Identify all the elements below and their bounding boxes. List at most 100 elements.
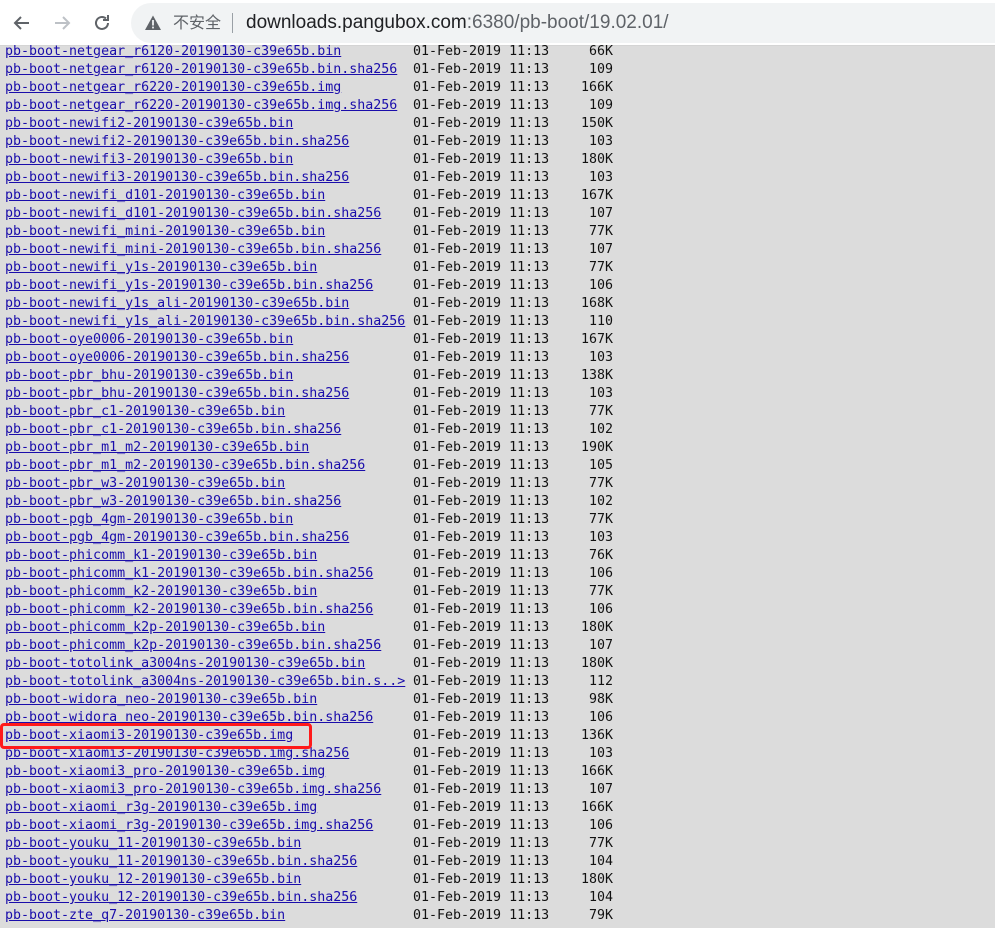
file-date: 01-Feb-2019 11:13 [413, 188, 550, 203]
file-row: pb-boot-pbr_bhu-20190130-c39e65b.bin.sha… [0, 385, 995, 403]
reload-icon [95, 15, 109, 30]
file-date: 01-Feb-2019 11:13 [413, 692, 550, 707]
file-link[interactable]: pb-boot-pbr_m1_m2-20190130-c39e65b.bin [5, 439, 309, 457]
file-link[interactable]: pb-boot-pbr_bhu-20190130-c39e65b.bin [5, 367, 293, 385]
file-link[interactable]: pb-boot-newifi3-20190130-c39e65b.bin.sha… [5, 169, 349, 187]
file-link[interactable]: pb-boot-netgear_r6120-20190130-c39e65b.b… [5, 61, 397, 79]
file-link[interactable]: pb-boot-youku_11-20190130-c39e65b.bin [5, 835, 301, 853]
file-size: 98K [588, 692, 613, 707]
file-size: 103 [588, 170, 613, 185]
file-link[interactable]: pb-boot-pbr_bhu-20190130-c39e65b.bin.sha… [5, 385, 349, 403]
file-size: 77K [588, 404, 613, 419]
file-date: 01-Feb-2019 11:13 [413, 890, 550, 905]
file-link[interactable]: pb-boot-newifi3-20190130-c39e65b.bin [5, 151, 293, 169]
file-size: 109 [588, 62, 613, 77]
file-row: pb-boot-phicomm_k2p-20190130-c39e65b.bin… [0, 619, 995, 637]
file-link[interactable]: pb-boot-youku_11-20190130-c39e65b.bin.sh… [5, 853, 357, 871]
file-link[interactable]: pb-boot-pbr_c1-20190130-c39e65b.bin [5, 403, 285, 421]
file-link[interactable]: pb-boot-phicomm_k2p-20190130-c39e65b.bin… [5, 637, 381, 655]
file-link[interactable]: pb-boot-totolink_a3004ns-20190130-c39e65… [5, 673, 405, 691]
file-link[interactable]: pb-boot-pbr_m1_m2-20190130-c39e65b.bin.s… [5, 457, 365, 475]
file-link[interactable]: pb-boot-phicomm_k1-20190130-c39e65b.bin.… [5, 565, 373, 583]
file-date: 01-Feb-2019 11:13 [413, 404, 550, 419]
separator [232, 13, 233, 33]
file-size: 104 [588, 890, 613, 905]
reload-button[interactable] [88, 9, 116, 37]
url-path: :6380/pb-boot/19.02.01/ [466, 12, 669, 33]
file-row: pb-boot-zte_q7-20190130-c39e65b.bin 01-Fe… [0, 907, 995, 925]
file-size: 77K [588, 512, 613, 527]
file-date: 01-Feb-2019 11:13 [413, 566, 550, 581]
file-row: pb-boot-youku_11-20190130-c39e65b.bin 01-… [0, 835, 995, 853]
file-link[interactable]: pb-boot-xiaomi3_pro-20190130-c39e65b.img… [5, 781, 381, 799]
file-link[interactable]: pb-boot-newifi_y1s-20190130-c39e65b.bin.… [5, 277, 373, 295]
file-date: 01-Feb-2019 11:13 [413, 458, 550, 473]
address-bar[interactable]: 不安全 downloads.pangubox.com:6380/pb-boot/… [131, 3, 995, 43]
back-button[interactable] [8, 9, 36, 37]
file-link[interactable]: pb-boot-youku_12-20190130-c39e65b.bin [5, 871, 301, 889]
file-link[interactable]: pb-boot-newifi2-20190130-c39e65b.bin [5, 115, 293, 133]
file-link[interactable]: pb-boot-xiaomi_r3g-20190130-c39e65b.img [5, 799, 317, 817]
file-row: pb-boot-netgear_r6120-20190130-c39e65b.b… [0, 61, 995, 79]
file-date: 01-Feb-2019 11:13 [413, 278, 550, 293]
file-link[interactable]: pb-boot-zte_q7-20190130-c39e65b.bin [5, 907, 285, 925]
file-link[interactable]: pb-boot-newifi_y1s_ali-20190130-c39e65b.… [5, 313, 405, 331]
file-date: 01-Feb-2019 11:13 [413, 386, 550, 401]
file-link[interactable]: pb-boot-newifi_mini-20190130-c39e65b.bin… [5, 241, 381, 259]
file-link[interactable]: pb-boot-phicomm_k2p-20190130-c39e65b.bin [5, 619, 325, 637]
file-link[interactable]: pb-boot-netgear_r6220-20190130-c39e65b.i… [5, 97, 397, 115]
file-size: 77K [588, 836, 613, 851]
file-size: 104 [588, 854, 613, 869]
file-row: pb-boot-newifi_y1s_ali-20190130-c39e65b.… [0, 313, 995, 331]
file-size: 66K [588, 44, 613, 59]
warning-icon[interactable] [144, 14, 162, 32]
file-date: 01-Feb-2019 11:13 [413, 494, 550, 509]
file-row: pb-boot-totolink_a3004ns-20190130-c39e65… [0, 673, 995, 691]
file-size: 150K [580, 116, 613, 131]
forward-button[interactable] [48, 9, 76, 37]
file-link[interactable]: pb-boot-netgear_r6220-20190130-c39e65b.i… [5, 79, 341, 97]
file-row: pb-boot-youku_12-20190130-c39e65b.bin 01-… [0, 871, 995, 889]
file-link[interactable]: pb-boot-pbr_w3-20190130-c39e65b.bin.sha2… [5, 493, 341, 511]
file-link[interactable]: pb-boot-xiaomi_r3g-20190130-c39e65b.img.… [5, 817, 373, 835]
file-link[interactable]: pb-boot-netgear_r6120-20190130-c39e65b.b… [5, 43, 341, 61]
file-size: 107 [588, 638, 613, 653]
file-link[interactable]: pb-boot-youku_12-20190130-c39e65b.bin.sh… [5, 889, 357, 907]
file-row: pb-boot-newifi3-20190130-c39e65b.bin.sha… [0, 169, 995, 187]
file-link[interactable]: pb-boot-newifi_d101-20190130-c39e65b.bin [5, 187, 325, 205]
file-link[interactable]: pb-boot-newifi2-20190130-c39e65b.bin.sha… [5, 133, 349, 151]
file-row: pb-boot-pgb_4gm-20190130-c39e65b.bin 01-F… [0, 511, 995, 529]
security-label[interactable]: 不安全 [173, 12, 221, 34]
browser-toolbar: 不安全 downloads.pangubox.com:6380/pb-boot/… [0, 0, 995, 46]
file-link[interactable]: pb-boot-oye0006-20190130-c39e65b.bin [5, 331, 293, 349]
file-size: 166K [580, 80, 613, 95]
file-size: 166K [580, 800, 613, 815]
file-link[interactable]: pb-boot-newifi_y1s-20190130-c39e65b.bin [5, 259, 317, 277]
file-link[interactable]: pb-boot-newifi_mini-20190130-c39e65b.bin [5, 223, 325, 241]
file-date: 01-Feb-2019 11:13 [413, 818, 550, 833]
file-row: pb-boot-pbr_w3-20190130-c39e65b.bin 01-Fe… [0, 475, 995, 493]
file-size: 102 [588, 422, 613, 437]
file-link[interactable]: pb-boot-xiaomi3_pro-20190130-c39e65b.img [5, 763, 325, 781]
file-link[interactable]: pb-boot-phicomm_k2-20190130-c39e65b.bin.… [5, 601, 373, 619]
file-link[interactable]: pb-boot-newifi_d101-20190130-c39e65b.bin… [5, 205, 381, 223]
file-date: 01-Feb-2019 11:13 [413, 116, 550, 131]
file-link[interactable]: pb-boot-phicomm_k2-20190130-c39e65b.bin [5, 583, 317, 601]
file-link[interactable]: pb-boot-phicomm_k1-20190130-c39e65b.bin [5, 547, 317, 565]
file-date: 01-Feb-2019 11:13 [413, 242, 550, 257]
file-link[interactable]: pb-boot-pgb_4gm-20190130-c39e65b.bin [5, 511, 293, 529]
arrow-right-icon [55, 16, 71, 30]
file-link[interactable]: pb-boot-widora_neo-20190130-c39e65b.bin [5, 691, 317, 709]
file-link[interactable]: pb-boot-newifi_y1s_ali-20190130-c39e65b.… [5, 295, 349, 313]
file-row: pb-boot-xiaomi_r3g-20190130-c39e65b.img 0… [0, 799, 995, 817]
file-link[interactable]: pb-boot-pgb_4gm-20190130-c39e65b.bin.sha… [5, 529, 349, 547]
file-date: 01-Feb-2019 11:13 [413, 584, 550, 599]
file-link[interactable]: pb-boot-oye0006-20190130-c39e65b.bin.sha… [5, 349, 349, 367]
file-link[interactable]: pb-boot-totolink_a3004ns-20190130-c39e65… [5, 655, 365, 673]
file-link[interactable]: pb-boot-pbr_c1-20190130-c39e65b.bin.sha2… [5, 421, 341, 439]
file-date: 01-Feb-2019 11:13 [413, 80, 550, 95]
file-row: pb-boot-netgear_r6220-20190130-c39e65b.i… [0, 79, 995, 97]
file-link[interactable]: pb-boot-pbr_w3-20190130-c39e65b.bin [5, 475, 285, 493]
file-size: 102 [588, 494, 613, 509]
url-text[interactable]: downloads.pangubox.com:6380/pb-boot/19.0… [246, 11, 669, 35]
